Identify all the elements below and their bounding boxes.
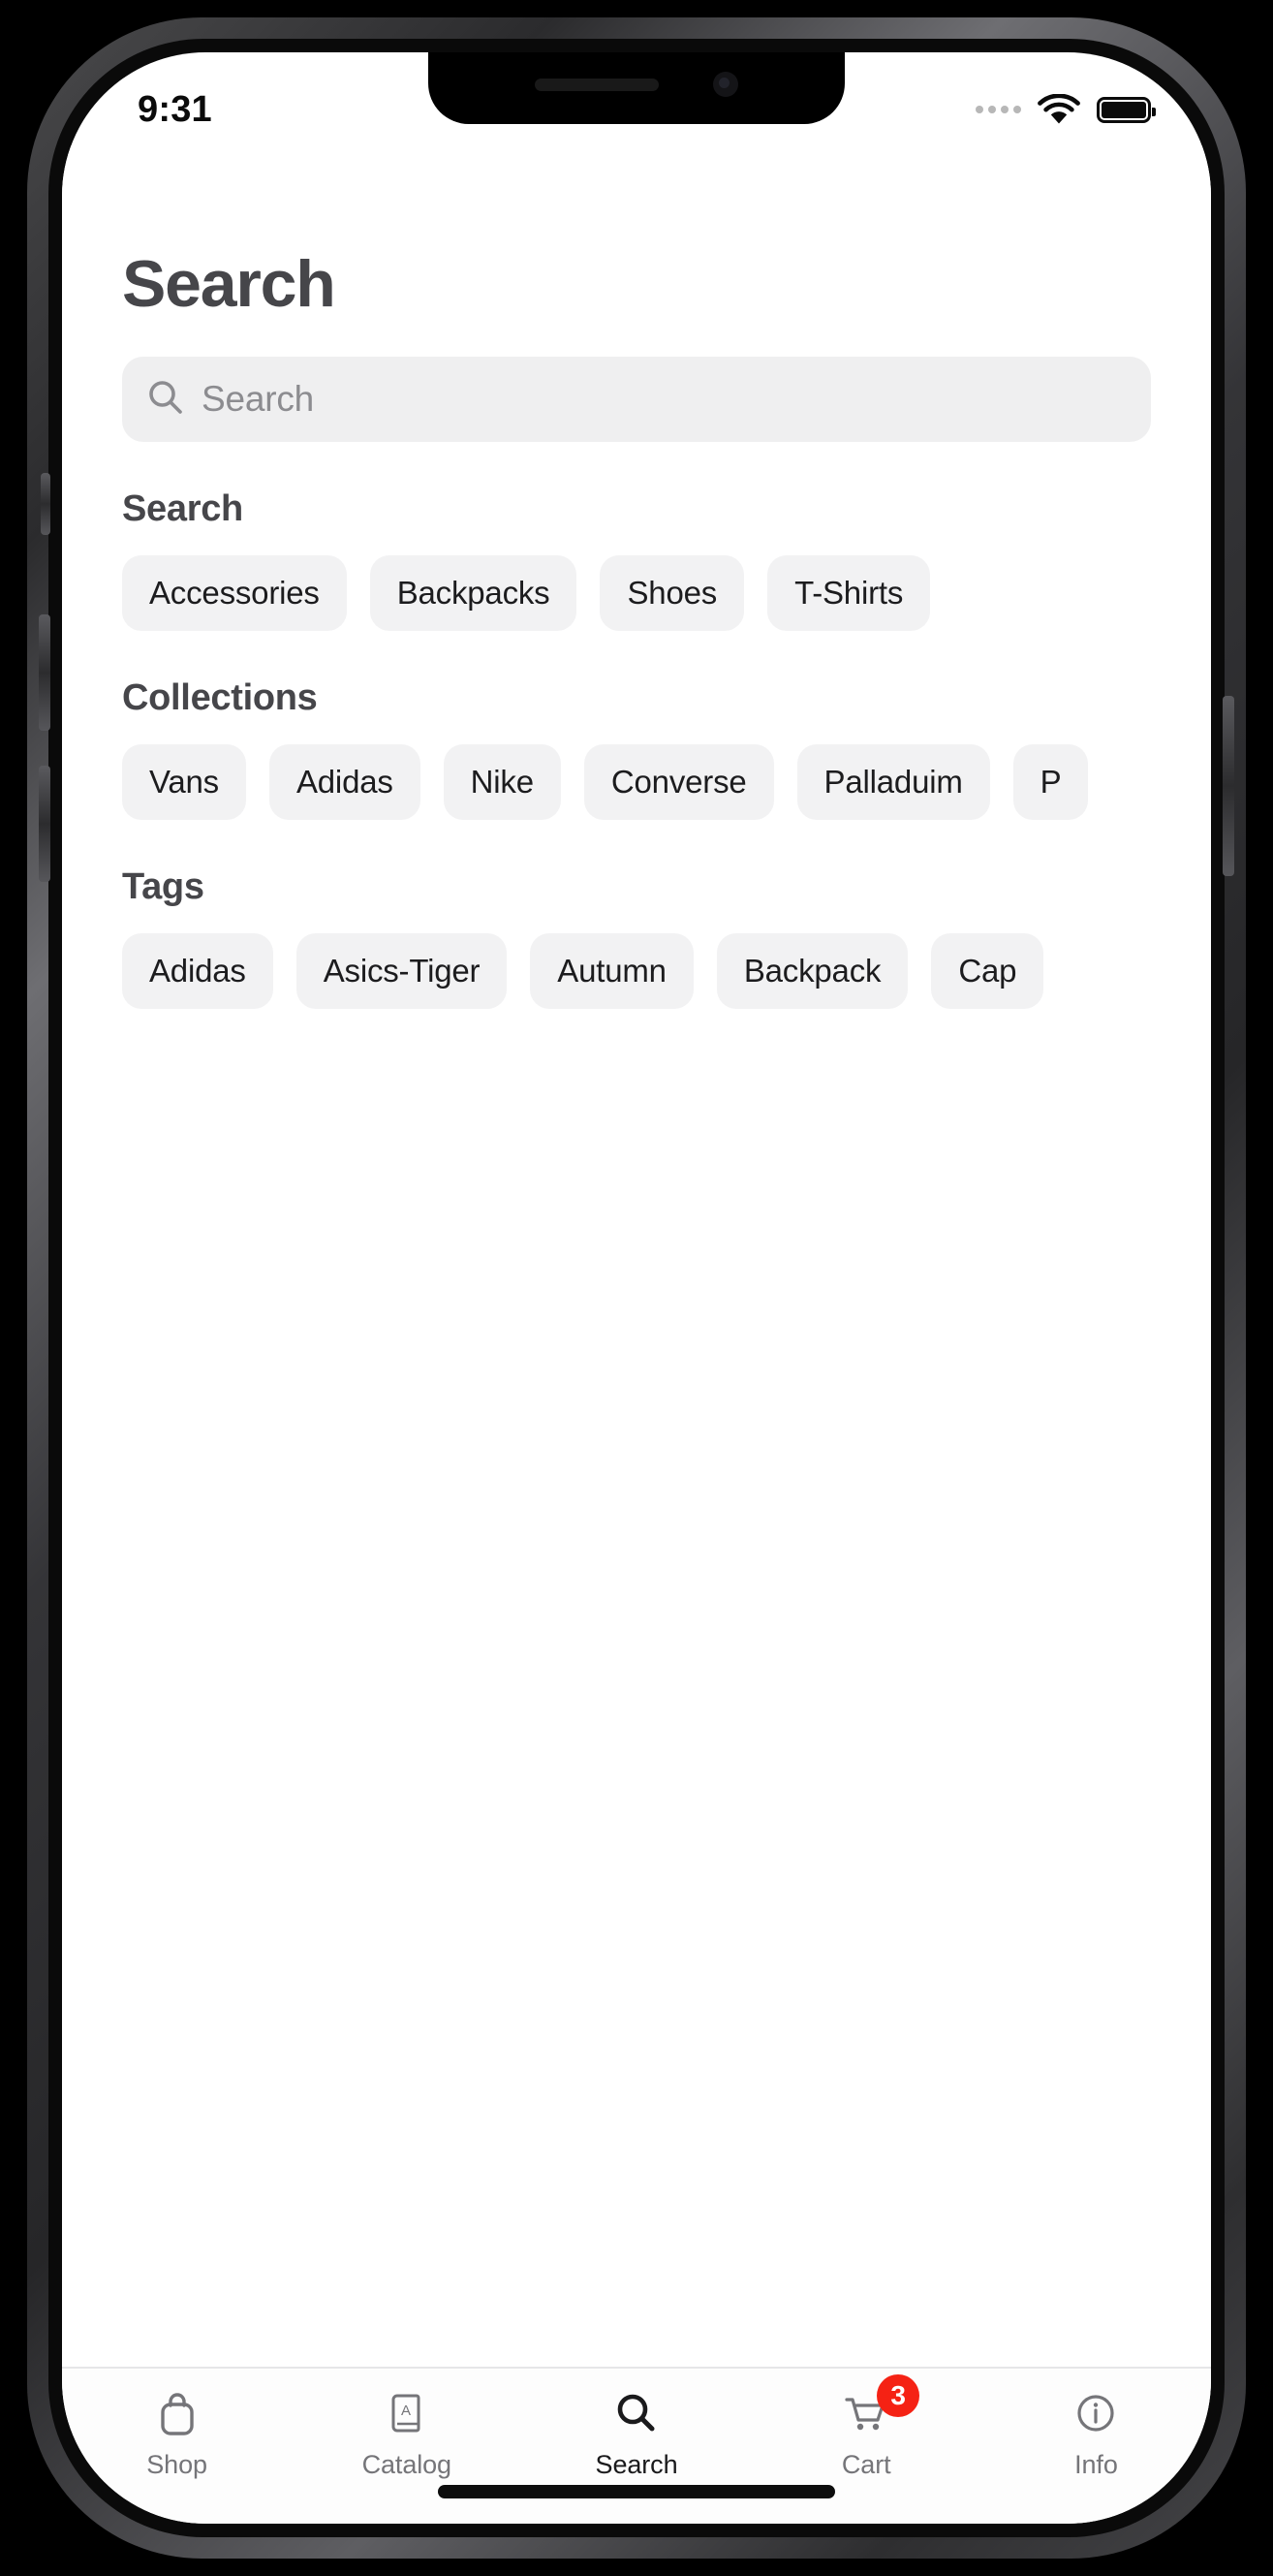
wifi-icon — [1037, 93, 1081, 126]
screenshot-stage: 9:31 Search Search Search Accessories Ba… — [0, 0, 1273, 2576]
tab-label-cart: Cart — [841, 2450, 891, 2479]
device-notch — [428, 52, 845, 124]
main-content: Search Search Search Accessories Backpac… — [62, 145, 1211, 2367]
tab-label-catalog: Catalog — [361, 2450, 451, 2479]
chip-tags-4[interactable]: Cap — [931, 933, 1044, 1009]
tab-info[interactable]: Info — [981, 2388, 1211, 2480]
tab-search[interactable]: Search — [521, 2388, 751, 2480]
home-indicator[interactable] — [438, 2485, 835, 2498]
info-circle-icon — [1073, 2388, 1118, 2438]
cart-icon: 3 — [842, 2374, 920, 2438]
shopping-bag-icon — [156, 2388, 199, 2438]
chip-collections-4[interactable]: Palladuim — [796, 744, 990, 820]
bottom-tab-bar: Shop A Catalog Search 3 Cart Info — [62, 2367, 1211, 2524]
section-title-search: Search — [122, 488, 243, 529]
page-title: Search — [122, 247, 336, 321]
tab-cart[interactable]: 3 Cart — [752, 2374, 981, 2480]
tab-catalog[interactable]: A Catalog — [292, 2388, 521, 2480]
search-icon — [614, 2388, 659, 2438]
signal-dots-icon — [976, 106, 1021, 113]
chip-tags-0[interactable]: Adidas — [122, 933, 273, 1009]
earpiece-speaker — [535, 78, 659, 91]
book-icon: A — [386, 2388, 428, 2438]
section-title-collections: Collections — [122, 677, 318, 718]
phone-frame: 9:31 Search Search Search Accessories Ba… — [27, 17, 1246, 2559]
chip-collections-2[interactable]: Nike — [443, 744, 561, 820]
volume-down-button[interactable] — [39, 766, 50, 882]
section-title-tags: Tags — [122, 866, 204, 907]
cart-badge: 3 — [877, 2374, 920, 2417]
phone-bezel: 9:31 Search Search Search Accessories Ba… — [48, 39, 1225, 2537]
chip-search-2[interactable]: Shoes — [600, 555, 745, 631]
svg-text:A: A — [401, 2403, 411, 2419]
chip-search-1[interactable]: Backpacks — [369, 555, 577, 631]
status-indicators — [976, 93, 1156, 126]
chip-row-search[interactable]: Accessories Backpacks Shoes T-Shirts — [62, 555, 1211, 631]
chip-search-3[interactable]: T-Shirts — [767, 555, 931, 631]
power-button[interactable] — [1223, 696, 1234, 876]
section-search: Search Accessories Backpacks Shoes T-Shi… — [62, 488, 1211, 631]
chip-collections-5[interactable]: P — [1012, 744, 1089, 820]
chip-collections-1[interactable]: Adidas — [268, 744, 420, 820]
chip-tags-1[interactable]: Asics-Tiger — [295, 933, 508, 1009]
chip-search-0[interactable]: Accessories — [122, 555, 347, 631]
tab-label-search: Search — [595, 2450, 678, 2479]
tab-label-info: Info — [1074, 2450, 1118, 2479]
phone-screen: 9:31 Search Search Search Accessories Ba… — [62, 52, 1211, 2524]
section-tags: Tags Adidas Asics-Tiger Autumn Backpack … — [62, 866, 1211, 1009]
chip-row-tags[interactable]: Adidas Asics-Tiger Autumn Backpack Cap — [62, 933, 1211, 1009]
front-camera — [713, 72, 738, 97]
chip-row-collections[interactable]: Vans Adidas Nike Converse Palladuim P — [62, 744, 1211, 820]
section-collections: Collections Vans Adidas Nike Converse Pa… — [62, 677, 1211, 820]
search-icon — [147, 379, 184, 421]
chip-tags-3[interactable]: Backpack — [716, 933, 909, 1009]
tab-label-shop: Shop — [146, 2450, 207, 2479]
chip-collections-0[interactable]: Vans — [122, 744, 246, 820]
chip-collections-3[interactable]: Converse — [583, 744, 774, 820]
search-input[interactable]: Search — [122, 357, 1151, 442]
tab-shop[interactable]: Shop — [62, 2388, 292, 2480]
chip-tags-2[interactable]: Autumn — [530, 933, 694, 1009]
volume-up-button[interactable] — [39, 614, 50, 731]
silent-switch-button[interactable] — [41, 473, 50, 535]
status-time: 9:31 — [138, 88, 212, 130]
battery-full-icon — [1097, 96, 1156, 123]
search-placeholder: Search — [202, 379, 315, 419]
